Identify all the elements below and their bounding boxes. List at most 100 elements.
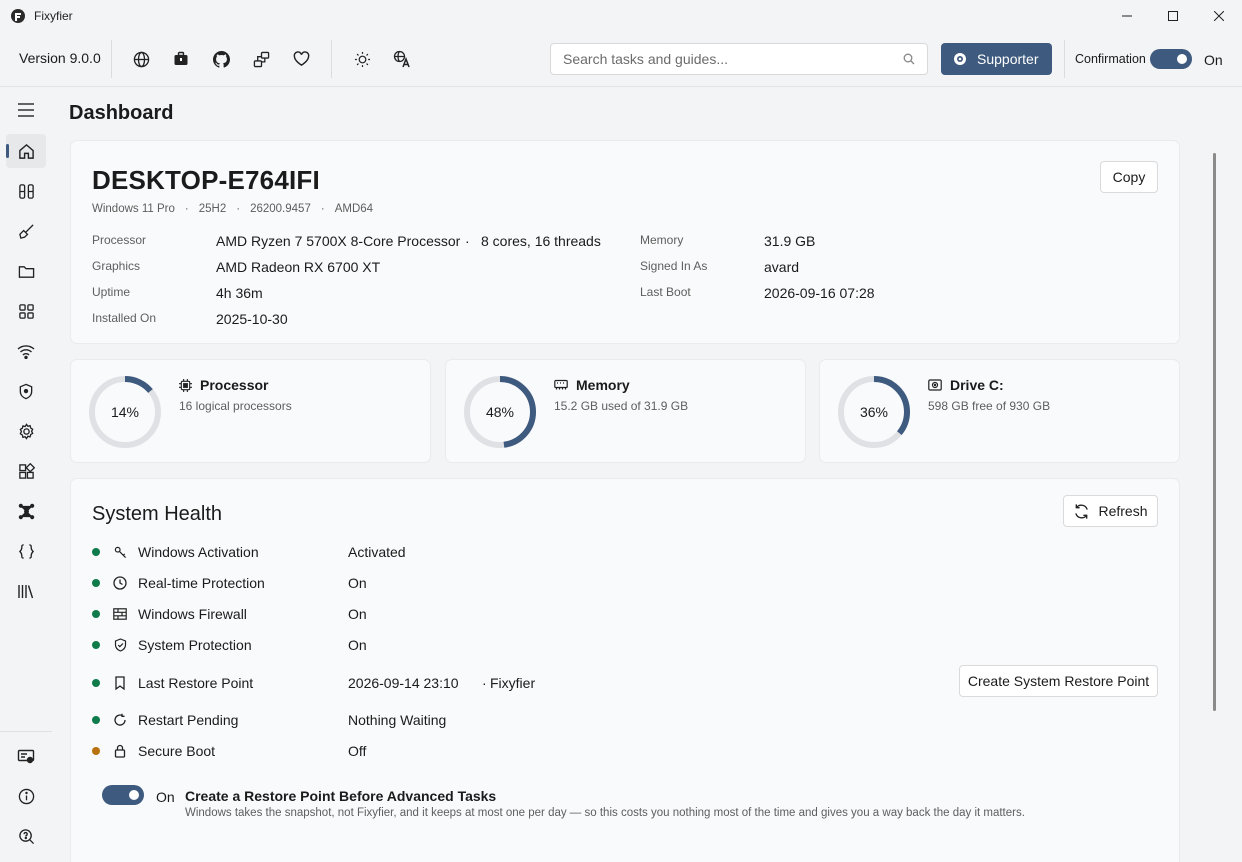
info-icon[interactable] <box>6 779 46 813</box>
status-dot-ok <box>92 548 100 556</box>
lock-icon <box>112 743 128 759</box>
graphics-value: AMD Radeon RX 6700 XT <box>216 259 381 275</box>
system-health-title: System Health <box>92 503 223 525</box>
supporter-label: Supporter <box>977 51 1039 67</box>
drive-usage-subtitle: 598 GB free of 930 GB <box>928 399 1051 413</box>
shield-check-icon <box>112 637 128 653</box>
health-value: Activated <box>348 544 406 560</box>
drive-usage-percent: 36% <box>859 404 889 420</box>
health-value: Nothing Waiting <box>348 712 447 728</box>
share-icon[interactable] <box>251 49 271 69</box>
os-details: Windows 11 Pro · 25H2 · 26200.9457 · AMD… <box>92 203 373 215</box>
health-name: Restart Pending <box>138 712 239 728</box>
library-icon[interactable] <box>6 574 46 608</box>
globe-icon[interactable] <box>131 49 151 69</box>
supporter-button[interactable]: Supporter <box>941 43 1052 75</box>
sidebar-divider <box>0 731 52 732</box>
maximize-button[interactable] <box>1150 0 1196 32</box>
brush-icon[interactable] <box>6 214 46 248</box>
github-icon[interactable] <box>211 49 231 69</box>
processor-cores: 8 cores, 16 threads <box>481 233 601 249</box>
processor-usage-percent: 14% <box>110 404 140 420</box>
os-arch: AMD64 <box>334 203 374 215</box>
brightness-icon[interactable] <box>352 49 372 69</box>
health-name: Secure Boot <box>138 743 216 759</box>
health-row: System Protection On <box>92 633 1160 657</box>
briefcase-icon[interactable] <box>171 49 191 69</box>
tools-icon[interactable] <box>6 174 46 208</box>
memory-icon <box>554 379 568 390</box>
os-separator: · <box>320 203 325 215</box>
health-value: On <box>348 575 367 591</box>
help-search-icon[interactable] <box>6 819 46 853</box>
refresh-icon <box>1075 503 1089 519</box>
toolbar-divider <box>1064 40 1065 78</box>
memory-label: Memory <box>640 233 684 247</box>
status-dot-ok <box>92 579 100 587</box>
status-dot-ok <box>92 679 100 687</box>
health-name: Last Restore Point <box>138 675 254 691</box>
toolbar-divider <box>331 40 332 78</box>
health-value: 2026-09-14 23:10 <box>348 675 459 691</box>
last-boot-value: 2026-09-16 07:28 <box>764 285 875 301</box>
signed-in-value: avard <box>764 259 800 275</box>
health-value: On <box>348 637 367 653</box>
shield-icon[interactable] <box>6 374 46 408</box>
health-name: Windows Firewall <box>138 606 247 622</box>
memory-usage-card: 48% Memory 15.2 GB used of 31.9 GB <box>445 359 806 463</box>
network-icon[interactable] <box>6 494 46 528</box>
braces-icon[interactable] <box>6 534 46 568</box>
refresh-button[interactable]: Refresh <box>1063 495 1158 527</box>
settings-icon[interactable] <box>6 414 46 448</box>
restart-icon <box>112 712 128 728</box>
key-icon <box>112 544 128 560</box>
health-row: Windows Activation Activated <box>92 540 1160 564</box>
processor-separator: · <box>465 233 470 249</box>
os-separator: · <box>184 203 189 215</box>
auto-restore-point-toggle[interactable] <box>102 785 144 805</box>
health-value: On <box>348 606 367 622</box>
minimize-button[interactable] <box>1104 0 1150 32</box>
translate-icon[interactable] <box>392 49 412 69</box>
menu-icon[interactable] <box>6 93 46 127</box>
cpu-icon <box>179 378 192 392</box>
widgets-icon[interactable] <box>6 454 46 488</box>
memory-usage-percent: 48% <box>485 404 515 420</box>
create-restore-point-button[interactable]: Create System Restore Point <box>959 665 1158 697</box>
apps-icon[interactable] <box>6 294 46 328</box>
status-dot-ok <box>92 716 100 724</box>
clock-icon <box>112 575 128 591</box>
page-title: Dashboard <box>69 102 174 124</box>
folder-icon[interactable] <box>6 254 46 288</box>
memory-usage-title: Memory <box>554 377 630 393</box>
heart-icon[interactable] <box>291 49 311 69</box>
search-input[interactable] <box>563 44 893 74</box>
status-dot-ok <box>92 641 100 649</box>
hostname: DESKTOP-E764IFI <box>92 165 320 195</box>
health-name: Real-time Protection <box>138 575 265 591</box>
search-icon <box>903 53 915 65</box>
signed-in-label: Signed In As <box>640 259 708 273</box>
health-value-extra: Fixyfier <box>490 675 536 691</box>
memory-usage-subtitle: 15.2 GB used of 31.9 GB <box>554 399 689 413</box>
scrollbar[interactable] <box>1213 153 1216 711</box>
license-icon[interactable] <box>6 739 46 773</box>
copy-button[interactable]: Copy <box>1100 161 1158 193</box>
drive-icon <box>928 379 942 391</box>
wifi-icon[interactable] <box>6 334 46 368</box>
confirmation-toggle[interactable] <box>1150 49 1192 69</box>
search-box[interactable] <box>550 43 928 75</box>
close-button[interactable] <box>1196 0 1242 32</box>
health-row: Real-time Protection On <box>92 571 1160 595</box>
system-info-card: DESKTOP-E764IFI Windows 11 Pro · 25H2 · … <box>70 140 1180 344</box>
confirmation-state: On <box>1204 52 1223 68</box>
health-row: Windows Firewall On <box>92 602 1160 626</box>
auto-restore-title: Create a Restore Point Before Advanced T… <box>185 788 497 804</box>
installed-label: Installed On <box>92 311 157 325</box>
memory-value: 31.9 GB <box>764 233 816 249</box>
last-boot-label: Last Boot <box>640 285 691 299</box>
confirmation-label: Confirmation <box>1075 52 1146 66</box>
home-icon[interactable] <box>6 134 46 168</box>
auto-restore-state: On <box>156 789 175 805</box>
app-logo-icon <box>11 9 25 23</box>
